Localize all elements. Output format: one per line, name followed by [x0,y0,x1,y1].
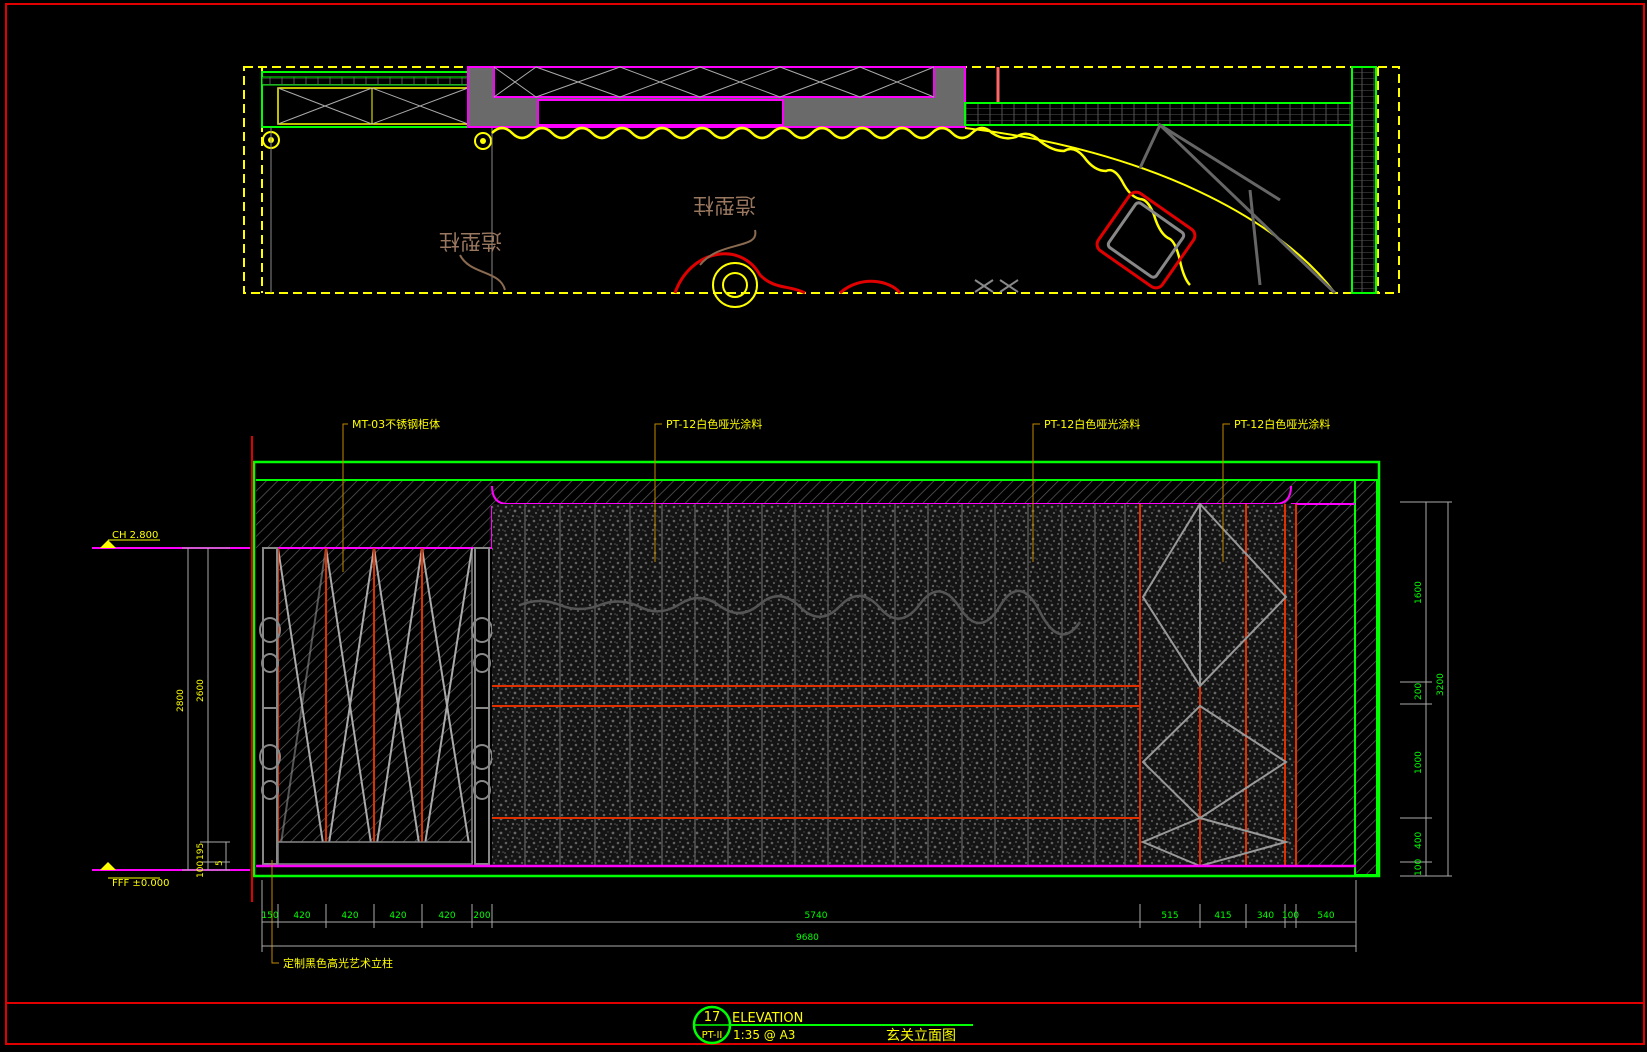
svg-text:3200: 3200 [1436,673,1446,696]
svg-text:2800: 2800 [176,689,186,712]
bottom-dimension-label: 540 [1317,911,1334,921]
plan-label-1: 造型柱 [439,229,502,253]
view-scale: 1:35 @ A3 [733,1028,795,1042]
total-width-dimension: 9680 [796,933,819,943]
view-title: ELEVATION [732,1011,803,1026]
svg-text:2600: 2600 [196,679,206,702]
bottom-dimension-label: 100 [1282,911,1299,921]
drawing-number: 17 [704,1010,721,1025]
sheet-code: PT-II [702,1030,723,1041]
bottom-dimension-label: 420 [341,911,358,921]
right-diamond-panel [1140,504,1292,866]
svg-text:5: 5 [215,860,225,866]
level-marker-ceiling: CH 2.800 [92,530,250,549]
svg-text:100: 100 [196,861,206,878]
callout-pt12-b: PT-12白色哑光涂料 [1044,417,1140,431]
bottom-dimension-label: 420 [293,911,310,921]
svg-text:1600: 1600 [1414,581,1424,604]
svg-text:400: 400 [1414,832,1424,849]
view-name-cn: 玄关立面图 [886,1027,956,1044]
bottom-dimension-label: 200 [473,911,490,921]
drawing-canvas: 造型柱 造型柱 MT-03不锈钢柜体 PT-12白色哑光涂料 PT-12白色哑光… [5,3,1645,1045]
bottom-dimension-label: 515 [1161,911,1178,921]
bottom-dimension-label: 420 [438,911,455,921]
plan-view: 造型柱 造型柱 [243,66,1400,308]
svg-text:FFF ±0.000: FFF ±0.000 [112,878,169,889]
title-block: 17 PT-II ELEVATION 1:35 @ A3 玄关立面图 [692,1005,973,1045]
svg-text:200: 200 [1414,683,1424,700]
callout-column: 定制黑色高光艺术立柱 [283,956,393,970]
elevation-view: MT-03不锈钢柜体 PT-12白色哑光涂料 PT-12白色哑光涂料 PT-12… [92,417,1452,970]
callout-pt12-c: PT-12白色哑光涂料 [1234,417,1330,431]
turned-column-right [471,547,493,865]
callout-mt03: MT-03不锈钢柜体 [352,417,440,431]
plan-right-wall [964,102,1376,126]
bottom-dimension-label: 420 [389,911,406,921]
left-dimensions [182,547,230,871]
svg-text:100: 100 [1414,859,1424,876]
callout-pt12-a: PT-12白色哑光涂料 [666,417,762,431]
cad-drawing-sheet: 造型柱 造型柱 MT-03不锈钢柜体 PT-12白色哑光涂料 PT-12白色哑光… [0,0,1647,1048]
bottom-dimension-label: 340 [1257,911,1274,921]
bottom-dimension-label: 415 [1214,911,1231,921]
plan-label-2: 造型柱 [693,193,756,217]
bottom-dimension-label: 150 [261,911,278,921]
turned-column-left [259,547,281,865]
svg-text:1000: 1000 [1414,751,1424,774]
svg-text:195: 195 [196,843,206,860]
bottom-dimension-label: 5740 [805,911,828,921]
svg-text:CH 2.800: CH 2.800 [112,530,158,541]
